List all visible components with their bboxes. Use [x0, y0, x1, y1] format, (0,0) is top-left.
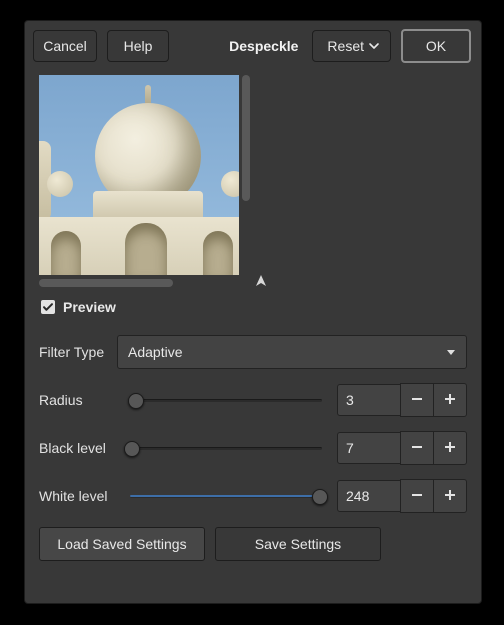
navigation-arrow-icon[interactable] [253, 273, 269, 289]
filter-type-value: Adaptive [128, 344, 182, 360]
dialog-content: Preview Filter Type Adaptive Radius 3 [25, 75, 481, 575]
scrollbar-thumb[interactable] [39, 279, 173, 287]
ok-button[interactable]: OK [401, 29, 471, 63]
dialog-topbar: Cancel Help Despeckle Reset OK [25, 21, 481, 75]
radius-value-field[interactable]: 3 [337, 384, 401, 416]
black-level-slider-handle[interactable] [124, 441, 140, 457]
white-level-label: White level [39, 488, 127, 504]
plus-icon [443, 440, 457, 457]
preview-image[interactable] [39, 75, 239, 275]
preview-checkbox-label: Preview [63, 299, 116, 315]
preview-checkbox[interactable] [41, 300, 55, 314]
dialog-title: Despeckle [229, 38, 298, 54]
black-level-value-field[interactable]: 7 [337, 432, 401, 464]
plus-icon [443, 488, 457, 505]
white-level-decrement-button[interactable] [400, 479, 434, 513]
preview-horizontal-scrollbar[interactable] [39, 279, 239, 287]
filter-type-row: Filter Type Adaptive [39, 335, 467, 369]
radius-increment-button[interactable] [433, 383, 467, 417]
help-button[interactable]: Help [107, 30, 169, 62]
radius-decrement-button[interactable] [400, 383, 434, 417]
bottom-button-row: Load Saved Settings Save Settings [39, 527, 467, 561]
despeckle-dialog: Cancel Help Despeckle Reset OK [24, 20, 482, 604]
minus-icon [410, 392, 424, 409]
black-level-increment-button[interactable] [433, 431, 467, 465]
radius-label: Radius [39, 392, 127, 408]
radius-slider[interactable] [127, 392, 325, 408]
load-saved-settings-button[interactable]: Load Saved Settings [39, 527, 205, 561]
cancel-button[interactable]: Cancel [33, 30, 97, 62]
white-level-row: White level 248 [39, 479, 467, 513]
white-level-increment-button[interactable] [433, 479, 467, 513]
black-level-stepper [401, 431, 467, 465]
filter-type-combobox[interactable]: Adaptive [117, 335, 467, 369]
white-level-slider[interactable] [127, 488, 325, 504]
save-settings-button[interactable]: Save Settings [215, 527, 381, 561]
preview-vertical-scrollbar[interactable] [242, 75, 250, 275]
white-level-stepper [401, 479, 467, 513]
preview-area [39, 75, 467, 293]
minus-icon [410, 488, 424, 505]
minus-icon [410, 440, 424, 457]
black-level-label: Black level [39, 440, 127, 456]
white-level-slider-fill [130, 495, 322, 497]
chevron-down-icon [368, 40, 380, 52]
reset-button[interactable]: Reset [312, 30, 391, 62]
reset-button-label: Reset [327, 38, 364, 54]
radius-stepper [401, 383, 467, 417]
white-level-slider-handle[interactable] [312, 489, 328, 505]
radius-slider-handle[interactable] [128, 393, 144, 409]
black-level-slider[interactable] [127, 440, 325, 456]
black-level-decrement-button[interactable] [400, 431, 434, 465]
plus-icon [443, 392, 457, 409]
black-level-row: Black level 7 [39, 431, 467, 465]
scrollbar-thumb[interactable] [242, 75, 250, 201]
preview-checkbox-row: Preview [41, 299, 467, 315]
radius-row: Radius 3 [39, 383, 467, 417]
filter-type-label: Filter Type [39, 344, 117, 360]
white-level-value-field[interactable]: 248 [337, 480, 401, 512]
dropdown-triangle-icon [446, 344, 456, 360]
